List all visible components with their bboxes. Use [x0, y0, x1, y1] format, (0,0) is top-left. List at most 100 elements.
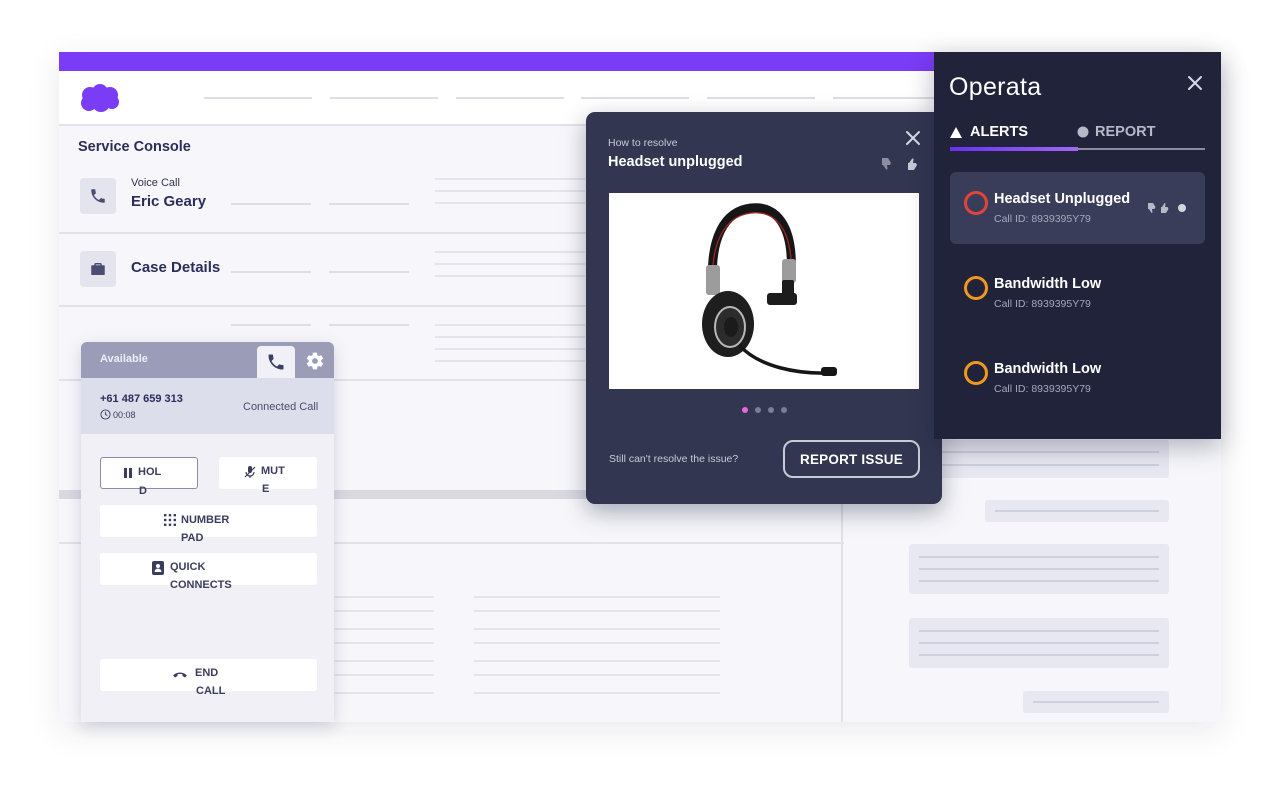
field-placeholder — [435, 202, 585, 204]
dismiss-dot-icon[interactable] — [1178, 204, 1186, 212]
close-icon[interactable] — [904, 129, 922, 147]
hold-button[interactable]: HOL D — [100, 457, 198, 497]
thumbs-down-icon[interactable] — [882, 158, 891, 170]
severity-orange-ring-icon — [964, 361, 988, 385]
modal-title: Headset unplugged — [608, 154, 743, 170]
thumbs-up-icon[interactable] — [1161, 203, 1169, 213]
field-placeholder — [329, 324, 409, 326]
list-card — [1023, 691, 1169, 713]
tab-alerts[interactable]: ALERTS — [950, 124, 1028, 140]
gear-icon — [306, 352, 324, 370]
list-placeholder — [334, 674, 434, 676]
list-card — [909, 544, 1169, 594]
alert-call-id: Call ID: 8939395Y79 — [994, 383, 1091, 395]
feedback-thumbs — [882, 158, 917, 170]
list-placeholder — [334, 660, 434, 662]
active-call-info: +61 487 659 313 00:08 Connected Call — [81, 378, 334, 434]
field-placeholder — [231, 324, 311, 326]
thumbs-up-icon[interactable] — [908, 158, 917, 170]
caller-name[interactable]: Eric Geary — [131, 193, 206, 210]
list-placeholder — [474, 628, 720, 630]
quick-connects-button[interactable]: QUICK CONNECTS — [100, 553, 317, 591]
quick-connects-label: QUICK — [170, 561, 206, 573]
nav-placeholder[interactable] — [204, 97, 312, 99]
close-icon[interactable] — [1186, 74, 1204, 92]
field-placeholder — [435, 263, 585, 265]
case-details-icon-box — [80, 251, 116, 287]
tab-report[interactable]: REPORT — [1077, 124, 1155, 140]
list-card — [909, 440, 1169, 478]
thumbs-down-icon[interactable] — [1148, 203, 1156, 213]
carousel-dot[interactable] — [755, 407, 761, 413]
list-card — [985, 500, 1169, 522]
list-placeholder — [334, 610, 434, 612]
hold-label: HOL — [138, 466, 162, 478]
settings-gear-button[interactable] — [303, 349, 327, 373]
mute-button[interactable]: MUT E — [219, 457, 317, 495]
field-placeholder — [231, 271, 311, 273]
field-placeholder — [435, 251, 585, 253]
operata-panel: Operata ALERTS REPORT Headset Unplugged … — [934, 52, 1221, 439]
agent-status[interactable]: Available — [100, 353, 148, 365]
call-timer-value: 00:08 — [113, 409, 136, 420]
field-placeholder — [435, 348, 585, 350]
phone-tab[interactable] — [257, 346, 295, 378]
carousel-dot[interactable] — [781, 407, 787, 413]
field-placeholder — [435, 190, 585, 192]
hold-label-wrap: D — [139, 485, 147, 497]
carousel-dot[interactable] — [768, 407, 774, 413]
microphone-muted-icon — [244, 466, 256, 478]
list-placeholder — [334, 642, 434, 644]
field-placeholder — [435, 360, 585, 362]
number-pad-button[interactable]: NUMBER PAD — [100, 505, 317, 544]
nav-placeholder[interactable] — [707, 97, 815, 99]
alert-call-id: Call ID: 8939395Y79 — [994, 298, 1091, 310]
list-placeholder — [334, 692, 434, 694]
carousel-dot-active[interactable] — [742, 407, 748, 413]
nav-placeholder[interactable] — [456, 97, 564, 99]
headset-illustration — [609, 193, 919, 389]
alert-item[interactable]: Bandwidth Low Call ID: 8939395Y79 — [950, 257, 1205, 329]
list-card — [909, 618, 1169, 668]
nav-placeholder[interactable] — [330, 97, 438, 99]
alert-item[interactable]: Headset Unplugged Call ID: 8939395Y79 — [950, 172, 1205, 244]
triangle-warning-icon — [950, 126, 962, 138]
alert-actions — [1148, 203, 1186, 213]
circle-icon — [1077, 126, 1089, 138]
resolution-modal: How to resolve Headset unplugged Still c… — [586, 112, 942, 504]
dialpad-icon — [164, 514, 176, 526]
modal-kicker: How to resolve — [608, 137, 678, 149]
alert-title: Bandwidth Low — [994, 361, 1102, 377]
end-call-label-wrap: CALL — [196, 685, 226, 697]
mute-label: MUT — [261, 465, 285, 477]
briefcase-icon — [91, 263, 105, 275]
field-placeholder — [435, 178, 585, 180]
nav-placeholder[interactable] — [581, 97, 689, 99]
end-call-button[interactable]: END CALL — [100, 659, 317, 697]
section-divider — [59, 232, 619, 234]
caller-phone-number: +61 487 659 313 — [100, 393, 183, 405]
tab-active-indicator — [950, 147, 1078, 151]
page-title: Service Console — [78, 139, 191, 155]
alert-item[interactable]: Bandwidth Low Call ID: 8939395Y79 — [950, 342, 1205, 414]
nav-placeholder[interactable] — [833, 97, 941, 99]
modal-footer-text: Still can't resolve the issue? — [609, 453, 739, 465]
field-placeholder — [231, 203, 311, 205]
list-placeholder — [474, 610, 720, 612]
report-issue-button[interactable]: REPORT ISSUE — [783, 440, 920, 478]
call-timer: 00:08 — [100, 409, 136, 420]
list-placeholder — [474, 642, 720, 644]
voice-call-icon-box — [80, 178, 116, 214]
alert-title: Headset Unplugged — [994, 191, 1131, 207]
case-details-label[interactable]: Case Details — [131, 259, 220, 276]
softphone-header: Available — [81, 342, 334, 378]
tab-alerts-label: ALERTS — [970, 124, 1028, 140]
alert-title: Bandwidth Low — [994, 276, 1102, 292]
field-placeholder — [329, 203, 409, 205]
contact-book-icon — [152, 561, 164, 575]
field-placeholder — [435, 275, 585, 277]
alert-call-id: Call ID: 8939395Y79 — [994, 213, 1091, 225]
list-placeholder — [334, 628, 434, 630]
operata-logo: Operata — [949, 73, 1042, 101]
voice-call-label: Voice Call — [131, 177, 180, 189]
